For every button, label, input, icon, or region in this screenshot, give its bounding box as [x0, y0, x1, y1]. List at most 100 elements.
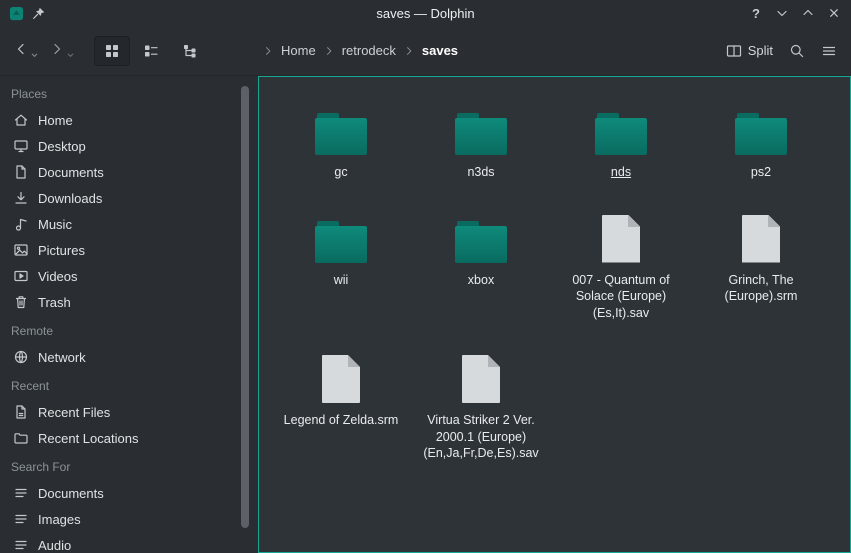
- close-button[interactable]: [826, 5, 842, 21]
- folder-item-gc[interactable]: gc: [271, 89, 411, 197]
- dolphin-window: { "window": { "title": "saves — Dolphin"…: [0, 0, 851, 553]
- breadcrumb-item[interactable]: saves: [422, 43, 458, 58]
- help-button[interactable]: ?: [748, 5, 764, 21]
- item-label: Legend of Zelda.srm: [284, 412, 399, 429]
- sidebar-item-label: Music: [38, 217, 72, 232]
- titlebar[interactable]: saves — Dolphin ?: [0, 0, 851, 26]
- item-label: ps2: [751, 164, 771, 181]
- sidebar-item-videos[interactable]: Videos: [0, 263, 232, 289]
- folder-item-nds[interactable]: nds: [551, 89, 691, 197]
- sidebar-item-downloads[interactable]: Downloads: [0, 185, 232, 211]
- folder-icon: [735, 99, 787, 155]
- video-icon: [13, 268, 29, 284]
- sidebar-item-desktop[interactable]: Desktop: [0, 133, 232, 159]
- download-icon: [13, 190, 29, 206]
- icons-view-button[interactable]: [94, 36, 130, 66]
- sidebar-item-home[interactable]: Home: [0, 107, 232, 133]
- sidebar-section-title: Search For: [0, 451, 232, 480]
- sidebar-item-label: Recent Locations: [38, 431, 138, 446]
- item-label: xbox: [468, 272, 494, 289]
- sidebar-item-music[interactable]: Music: [0, 211, 232, 237]
- sidebar-item-label: Home: [38, 113, 73, 128]
- item-label: nds: [611, 164, 631, 181]
- arrow-left-icon: [13, 41, 29, 60]
- file-icon: [742, 207, 780, 263]
- breadcrumb-item[interactable]: Home: [281, 43, 316, 58]
- folder-icon: [455, 207, 507, 263]
- item-label: n3ds: [467, 164, 494, 181]
- sidebar-item-label: Documents: [38, 486, 104, 501]
- sidebar-item-label: Recent Files: [38, 405, 110, 420]
- sidebar-section-title: Remote: [0, 315, 232, 344]
- file-icon: [602, 207, 640, 263]
- sidebar-item-label: Downloads: [38, 191, 102, 206]
- list-icon: [13, 537, 29, 553]
- app-icon: [9, 6, 24, 21]
- file-item-007-quantum-of-solace-europe-es-it-sav[interactable]: 007 - Quantum of Solace (Europe) (Es,It)…: [551, 197, 691, 338]
- split-label: Split: [748, 43, 773, 58]
- places-panel: PlacesHomeDesktopDocumentsDownloadsMusic…: [0, 76, 232, 553]
- item-label: 007 - Quantum of Solace (Europe) (Es,It)…: [556, 272, 686, 322]
- chevron-right-icon: [262, 45, 274, 57]
- maximize-button[interactable]: [800, 5, 816, 21]
- sidebar-item-documents[interactable]: Documents: [0, 159, 232, 185]
- sidebar-scrollbar: [232, 76, 258, 553]
- sidebar-item-recent-locations[interactable]: Recent Locations: [0, 425, 232, 451]
- sidebar-item-trash[interactable]: Trash: [0, 289, 232, 315]
- details-view-button[interactable]: [172, 36, 208, 66]
- sidebar-item-images[interactable]: Images: [0, 506, 232, 532]
- image-icon: [13, 242, 29, 258]
- folder-icon: [455, 99, 507, 155]
- sidebar-item-recent-files[interactable]: Recent Files: [0, 399, 232, 425]
- sidebar-item-network[interactable]: Network: [0, 344, 232, 370]
- window-title: saves — Dolphin: [0, 6, 851, 21]
- folder-item-n3ds[interactable]: n3ds: [411, 89, 551, 197]
- sidebar-item-audio[interactable]: Audio: [0, 532, 232, 553]
- back-dropdown-caret-icon[interactable]: [30, 51, 39, 60]
- file-icon: [462, 347, 500, 403]
- item-label: Virtua Striker 2 Ver. 2000.1 (Europe) (E…: [416, 412, 546, 462]
- titlebar-left-icons: [9, 6, 46, 21]
- sidebar-item-label: Desktop: [38, 139, 86, 154]
- compact-view-button[interactable]: [133, 36, 169, 66]
- forward-dropdown-caret-icon[interactable]: [66, 51, 75, 60]
- folder-item-ps2[interactable]: ps2: [691, 89, 831, 197]
- pin-icon[interactable]: [31, 6, 46, 21]
- view-mode-buttons: [94, 36, 208, 66]
- back-button[interactable]: [10, 36, 42, 65]
- sidebar-item-label: Pictures: [38, 243, 85, 258]
- hamburger-menu-icon[interactable]: [821, 43, 837, 59]
- sidebar-item-documents[interactable]: Documents: [0, 480, 232, 506]
- sidebar-item-label: Images: [38, 512, 81, 527]
- item-label: gc: [334, 164, 347, 181]
- search-icon[interactable]: [789, 43, 805, 59]
- file-item-virtua-striker-2-ver-2000-1-europe-en-ja-fr-de-es-sav[interactable]: Virtua Striker 2 Ver. 2000.1 (Europe) (E…: [411, 337, 551, 478]
- document-icon: [13, 164, 29, 180]
- sidebar-item-label: Audio: [38, 538, 71, 553]
- list-icon: [13, 511, 29, 527]
- folder-item-wii[interactable]: wii: [271, 197, 411, 338]
- list-icon: [13, 485, 29, 501]
- item-label: Grinch, The (Europe).srm: [696, 272, 826, 305]
- recent-location-icon: [13, 430, 29, 446]
- minimize-button[interactable]: [774, 5, 790, 21]
- toolbar-right: Split: [726, 43, 841, 59]
- content-area: PlacesHomeDesktopDocumentsDownloadsMusic…: [0, 76, 851, 553]
- chevron-right-icon: [323, 45, 335, 57]
- file-item-grinch-the-europe-srm[interactable]: Grinch, The (Europe).srm: [691, 197, 831, 338]
- file-view[interactable]: gc n3ds nds ps2 wii xbox 007 - Quantum of Sola…: [258, 76, 851, 553]
- folder-item-xbox[interactable]: xbox: [411, 197, 551, 338]
- forward-button[interactable]: [46, 36, 78, 65]
- sidebar-item-label: Documents: [38, 165, 104, 180]
- scrollbar-handle[interactable]: [241, 86, 249, 528]
- split-button[interactable]: Split: [726, 43, 773, 59]
- arrow-right-icon: [49, 41, 65, 60]
- sidebar-item-pictures[interactable]: Pictures: [0, 237, 232, 263]
- breadcrumb-item[interactable]: retrodeck: [342, 43, 396, 58]
- sidebar-item-label: Network: [38, 350, 86, 365]
- folder-icon: [595, 99, 647, 155]
- file-item-legend-of-zelda-srm[interactable]: Legend of Zelda.srm: [271, 337, 411, 478]
- toolbar: Home retrodeck saves Split: [0, 26, 851, 76]
- trash-icon: [13, 294, 29, 310]
- file-grid: gc n3ds nds ps2 wii xbox 007 - Quantum of Sola…: [271, 89, 850, 478]
